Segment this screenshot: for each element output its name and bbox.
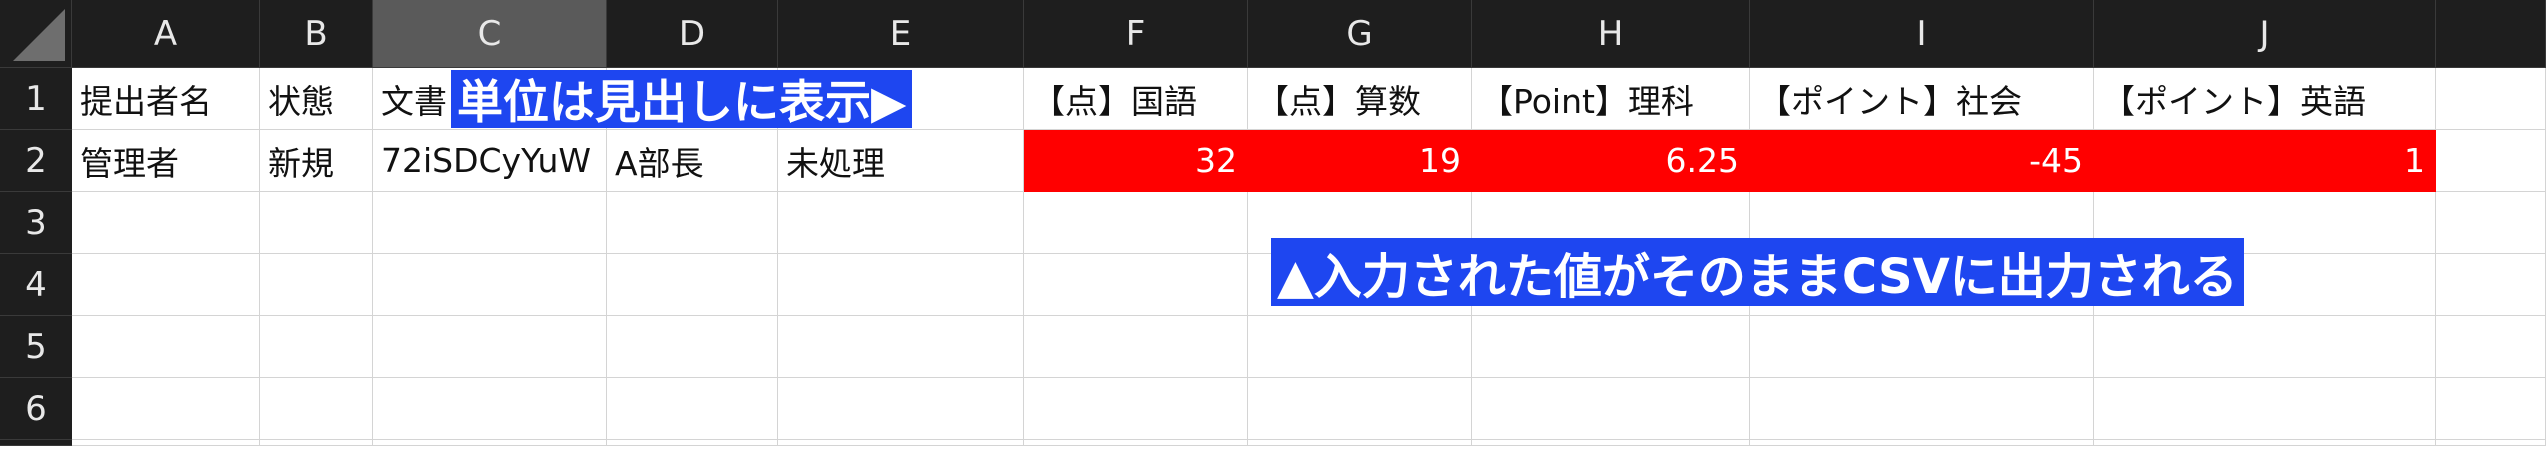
cell-a2[interactable]: 管理者: [72, 130, 260, 192]
cell-f2[interactable]: 32: [1024, 130, 1248, 192]
cell-b2[interactable]: 新規: [260, 130, 373, 192]
cell-e7: [778, 440, 1024, 446]
cell-g2[interactable]: 19: [1248, 130, 1472, 192]
select-all-corner[interactable]: [0, 0, 72, 68]
cell-f1[interactable]: 【点】国語: [1024, 68, 1248, 130]
column-header-i[interactable]: I: [1750, 0, 2094, 68]
cell-k1[interactable]: [2436, 68, 2546, 130]
cell-k5[interactable]: [2436, 316, 2546, 378]
cell-c2[interactable]: 72iSDCyYuW: [373, 130, 607, 192]
cell-b3[interactable]: [260, 192, 373, 254]
cell-i6[interactable]: [1750, 378, 2094, 440]
cell-e4[interactable]: [778, 254, 1024, 316]
cell-i1[interactable]: 【ポイント】社会: [1750, 68, 2094, 130]
row-header-2[interactable]: 2: [0, 130, 72, 192]
cell-k2[interactable]: [2436, 130, 2546, 192]
cell-f6[interactable]: [1024, 378, 1248, 440]
cell-h5[interactable]: [1472, 316, 1750, 378]
cell-d2[interactable]: A部長: [607, 130, 778, 192]
column-header-j[interactable]: J: [2094, 0, 2436, 68]
cell-h7: [1472, 440, 1750, 446]
column-header-h[interactable]: H: [1472, 0, 1750, 68]
cell-a3[interactable]: [72, 192, 260, 254]
cell-c3[interactable]: [373, 192, 607, 254]
unit-note-callout: 単位は見出しに表示▶: [451, 70, 913, 129]
cell-b5[interactable]: [260, 316, 373, 378]
cell-h6[interactable]: [1472, 378, 1750, 440]
row-header-7-partial: [0, 440, 72, 446]
cell-j7: [2094, 440, 2436, 446]
cell-j6[interactable]: [2094, 378, 2436, 440]
cell-f5[interactable]: [1024, 316, 1248, 378]
cell-e2[interactable]: 未処理: [778, 130, 1024, 192]
cell-k4[interactable]: [2436, 254, 2546, 316]
cell-d7: [607, 440, 778, 446]
cell-a1[interactable]: 提出者名: [72, 68, 260, 130]
column-header-f[interactable]: F: [1024, 0, 1248, 68]
cell-f3[interactable]: [1024, 192, 1248, 254]
cell-h2[interactable]: 6.25: [1472, 130, 1750, 192]
cell-i2[interactable]: -45: [1750, 130, 2094, 192]
cell-j1[interactable]: 【ポイント】英語: [2094, 68, 2436, 130]
cell-a4[interactable]: [72, 254, 260, 316]
cell-e5[interactable]: [778, 316, 1024, 378]
row-header-3[interactable]: 3: [0, 192, 72, 254]
cell-i5[interactable]: [1750, 316, 2094, 378]
cell-b4[interactable]: [260, 254, 373, 316]
cell-c7: [373, 440, 607, 446]
cell-h1[interactable]: 【Point】理科: [1472, 68, 1750, 130]
cell-b1[interactable]: 状態: [260, 68, 373, 130]
cell-d4[interactable]: [607, 254, 778, 316]
cell-f7: [1024, 440, 1248, 446]
csv-note-callout: ▲入力された値がそのままCSVに出力される: [1271, 238, 2244, 306]
cell-a6[interactable]: [72, 378, 260, 440]
cell-k6[interactable]: [2436, 378, 2546, 440]
cell-b7: [260, 440, 373, 446]
cell-f4[interactable]: [1024, 254, 1248, 316]
column-header-overflow[interactable]: [2436, 0, 2546, 68]
cell-e3[interactable]: [778, 192, 1024, 254]
cell-k3[interactable]: [2436, 192, 2546, 254]
cell-c6[interactable]: [373, 378, 607, 440]
column-header-d[interactable]: D: [607, 0, 778, 68]
row-header-4[interactable]: 4: [0, 254, 72, 316]
column-header-c[interactable]: C: [373, 0, 607, 68]
row-header-5[interactable]: 5: [0, 316, 72, 378]
spreadsheet-grid: A B C D E F G H I J 1 提出者名 状態 文書 【点】国語 【…: [0, 0, 2546, 452]
cell-i7: [1750, 440, 2094, 446]
cell-c5[interactable]: [373, 316, 607, 378]
column-header-g[interactable]: G: [1248, 0, 1472, 68]
cell-a5[interactable]: [72, 316, 260, 378]
column-header-e[interactable]: E: [778, 0, 1024, 68]
cell-e6[interactable]: [778, 378, 1024, 440]
select-all-icon: [13, 9, 65, 61]
cell-g5[interactable]: [1248, 316, 1472, 378]
cell-a7: [72, 440, 260, 446]
cell-j5[interactable]: [2094, 316, 2436, 378]
cell-g1[interactable]: 【点】算数: [1248, 68, 1472, 130]
cell-d5[interactable]: [607, 316, 778, 378]
cell-b6[interactable]: [260, 378, 373, 440]
row-header-6[interactable]: 6: [0, 378, 72, 440]
cell-c4[interactable]: [373, 254, 607, 316]
cell-k7: [2436, 440, 2546, 446]
cell-g6[interactable]: [1248, 378, 1472, 440]
column-header-b[interactable]: B: [260, 0, 373, 68]
column-header-a[interactable]: A: [72, 0, 260, 68]
cell-g7: [1248, 440, 1472, 446]
row-header-1[interactable]: 1: [0, 68, 72, 130]
cell-j2[interactable]: 1: [2094, 130, 2436, 192]
cell-d6[interactable]: [607, 378, 778, 440]
cell-d3[interactable]: [607, 192, 778, 254]
